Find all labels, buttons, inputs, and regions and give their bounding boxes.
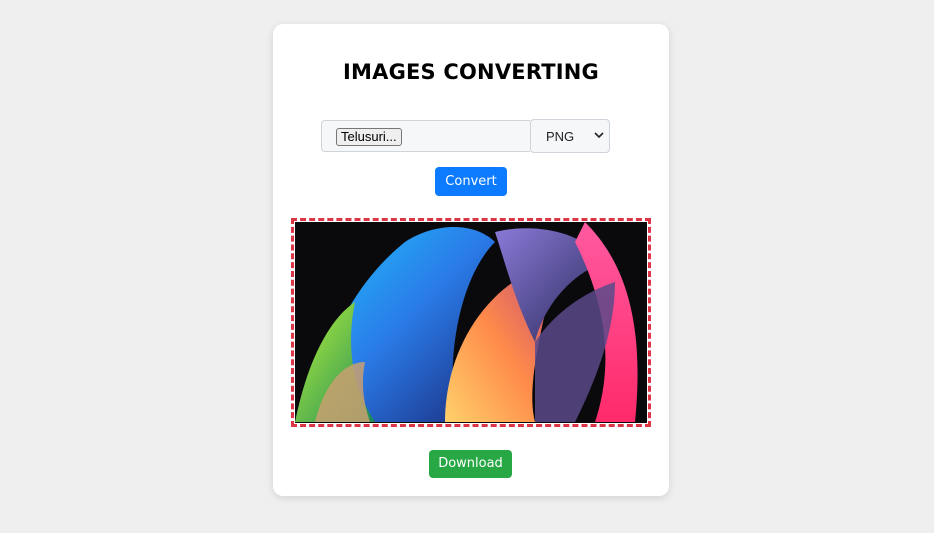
- download-button[interactable]: Download: [429, 450, 512, 478]
- input-group: Telusuri... PNG: [321, 119, 611, 153]
- file-input[interactable]: Telusuri...: [321, 120, 530, 152]
- format-select[interactable]: PNG: [530, 119, 610, 153]
- page-title: IMAGES CONVERTING: [343, 60, 599, 84]
- preview-image: [295, 222, 647, 423]
- convert-button[interactable]: Convert: [435, 167, 507, 196]
- converter-card: IMAGES CONVERTING Telusuri... PNG Conver…: [273, 24, 669, 496]
- image-preview: [291, 218, 651, 427]
- file-browse-button[interactable]: Telusuri...: [336, 128, 402, 146]
- chevron-down-icon: [594, 132, 604, 139]
- format-select-value: PNG: [546, 129, 575, 144]
